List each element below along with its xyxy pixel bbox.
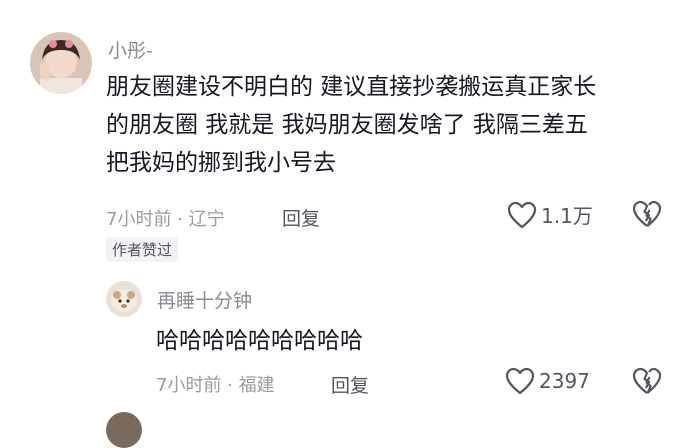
reply-time-location: 7小时前 · 福建 [156, 375, 275, 396]
like-button[interactable]: 2397 [505, 367, 590, 395]
avatar[interactable] [106, 412, 142, 448]
comment-username[interactable]: 小彤- [108, 36, 153, 63]
author-liked-badge: 作者赞过 [106, 237, 179, 262]
avatar[interactable] [106, 281, 142, 317]
comment-line: 把我妈的挪到我小号去 [106, 150, 336, 176]
heart-icon [505, 367, 535, 395]
comment-time-location: 7小时前 · 辽宁 [106, 209, 225, 230]
comment-line: 的朋友圈 我就是 我妈朋友圈发啥了 我隔三差五 [106, 112, 588, 138]
like-button[interactable]: 1.1万 [507, 200, 593, 229]
broken-heart-icon [632, 200, 662, 227]
like-count: 2397 [539, 369, 590, 393]
dislike-button[interactable] [632, 367, 662, 399]
reply-button[interactable]: 回复 [282, 204, 320, 231]
like-count: 1.1万 [541, 204, 593, 228]
heart-icon [507, 201, 537, 228]
avatar[interactable] [30, 32, 92, 94]
reply-text: 哈哈哈哈哈哈哈哈哈 [156, 322, 363, 360]
reply-line: 哈哈哈哈哈哈哈哈哈 [156, 328, 363, 354]
comment-text: 朋友圈建设不明白的 建议直接抄袭搬运真正家长 的朋友圈 我就是 我妈朋友圈发啥了… [106, 68, 596, 182]
reply-username[interactable]: 再睡十分钟 [157, 286, 252, 313]
broken-heart-icon [632, 367, 662, 394]
comment-line: 朋友圈建设不明白的 建议直接抄袭搬运真正家长 [106, 74, 597, 100]
reply-button[interactable]: 回复 [331, 371, 369, 398]
dislike-button[interactable] [632, 200, 662, 232]
